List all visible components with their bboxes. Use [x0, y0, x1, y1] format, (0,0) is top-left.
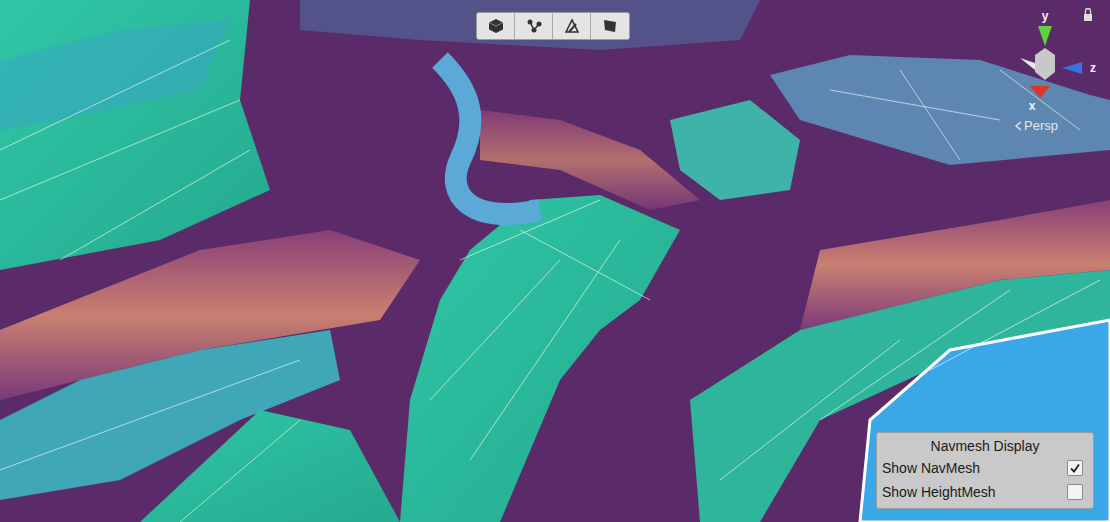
surface-icon: [602, 18, 618, 34]
cube-icon: [488, 18, 504, 34]
chevron-icon: [1014, 121, 1022, 131]
scene-toolbar: [476, 12, 630, 40]
axis-label: z: [1090, 61, 1096, 75]
nodes-tool-button[interactable]: [515, 13, 553, 39]
nodes-icon: [526, 18, 542, 34]
surface-tool-button[interactable]: [591, 13, 629, 39]
axis-cone-icon[interactable]: [1038, 26, 1052, 46]
panel-title: Navmesh Display: [881, 436, 1089, 456]
option-label: Show HeightMesh: [882, 484, 996, 500]
projection-toggle[interactable]: Persp: [1014, 118, 1058, 133]
lock-icon[interactable]: [1084, 14, 1092, 21]
triangle-edit-icon: [564, 18, 580, 34]
unity-scene-view: y z x Persp Navmesh Display Show NavMesh S…: [0, 0, 1110, 522]
axis-label: y: [1042, 9, 1049, 23]
axis-cone-icon[interactable]: [1062, 62, 1082, 74]
option-checkbox[interactable]: [1067, 484, 1083, 500]
axis-label: x: [1029, 99, 1036, 113]
edit-tool-button[interactable]: [553, 13, 591, 39]
axis-cone-icon[interactable]: [1030, 86, 1050, 98]
navmesh-display-panel: Navmesh Display Show NavMesh Show Height…: [876, 432, 1094, 509]
option-label: Show NavMesh: [882, 460, 980, 476]
cube-tool-button[interactable]: [477, 13, 515, 39]
projection-label: Persp: [1024, 118, 1058, 133]
option-row: Show HeightMesh: [881, 480, 1089, 504]
option-row: Show NavMesh: [881, 456, 1089, 480]
check-icon: [1069, 462, 1081, 474]
option-checkbox[interactable]: [1067, 460, 1083, 476]
